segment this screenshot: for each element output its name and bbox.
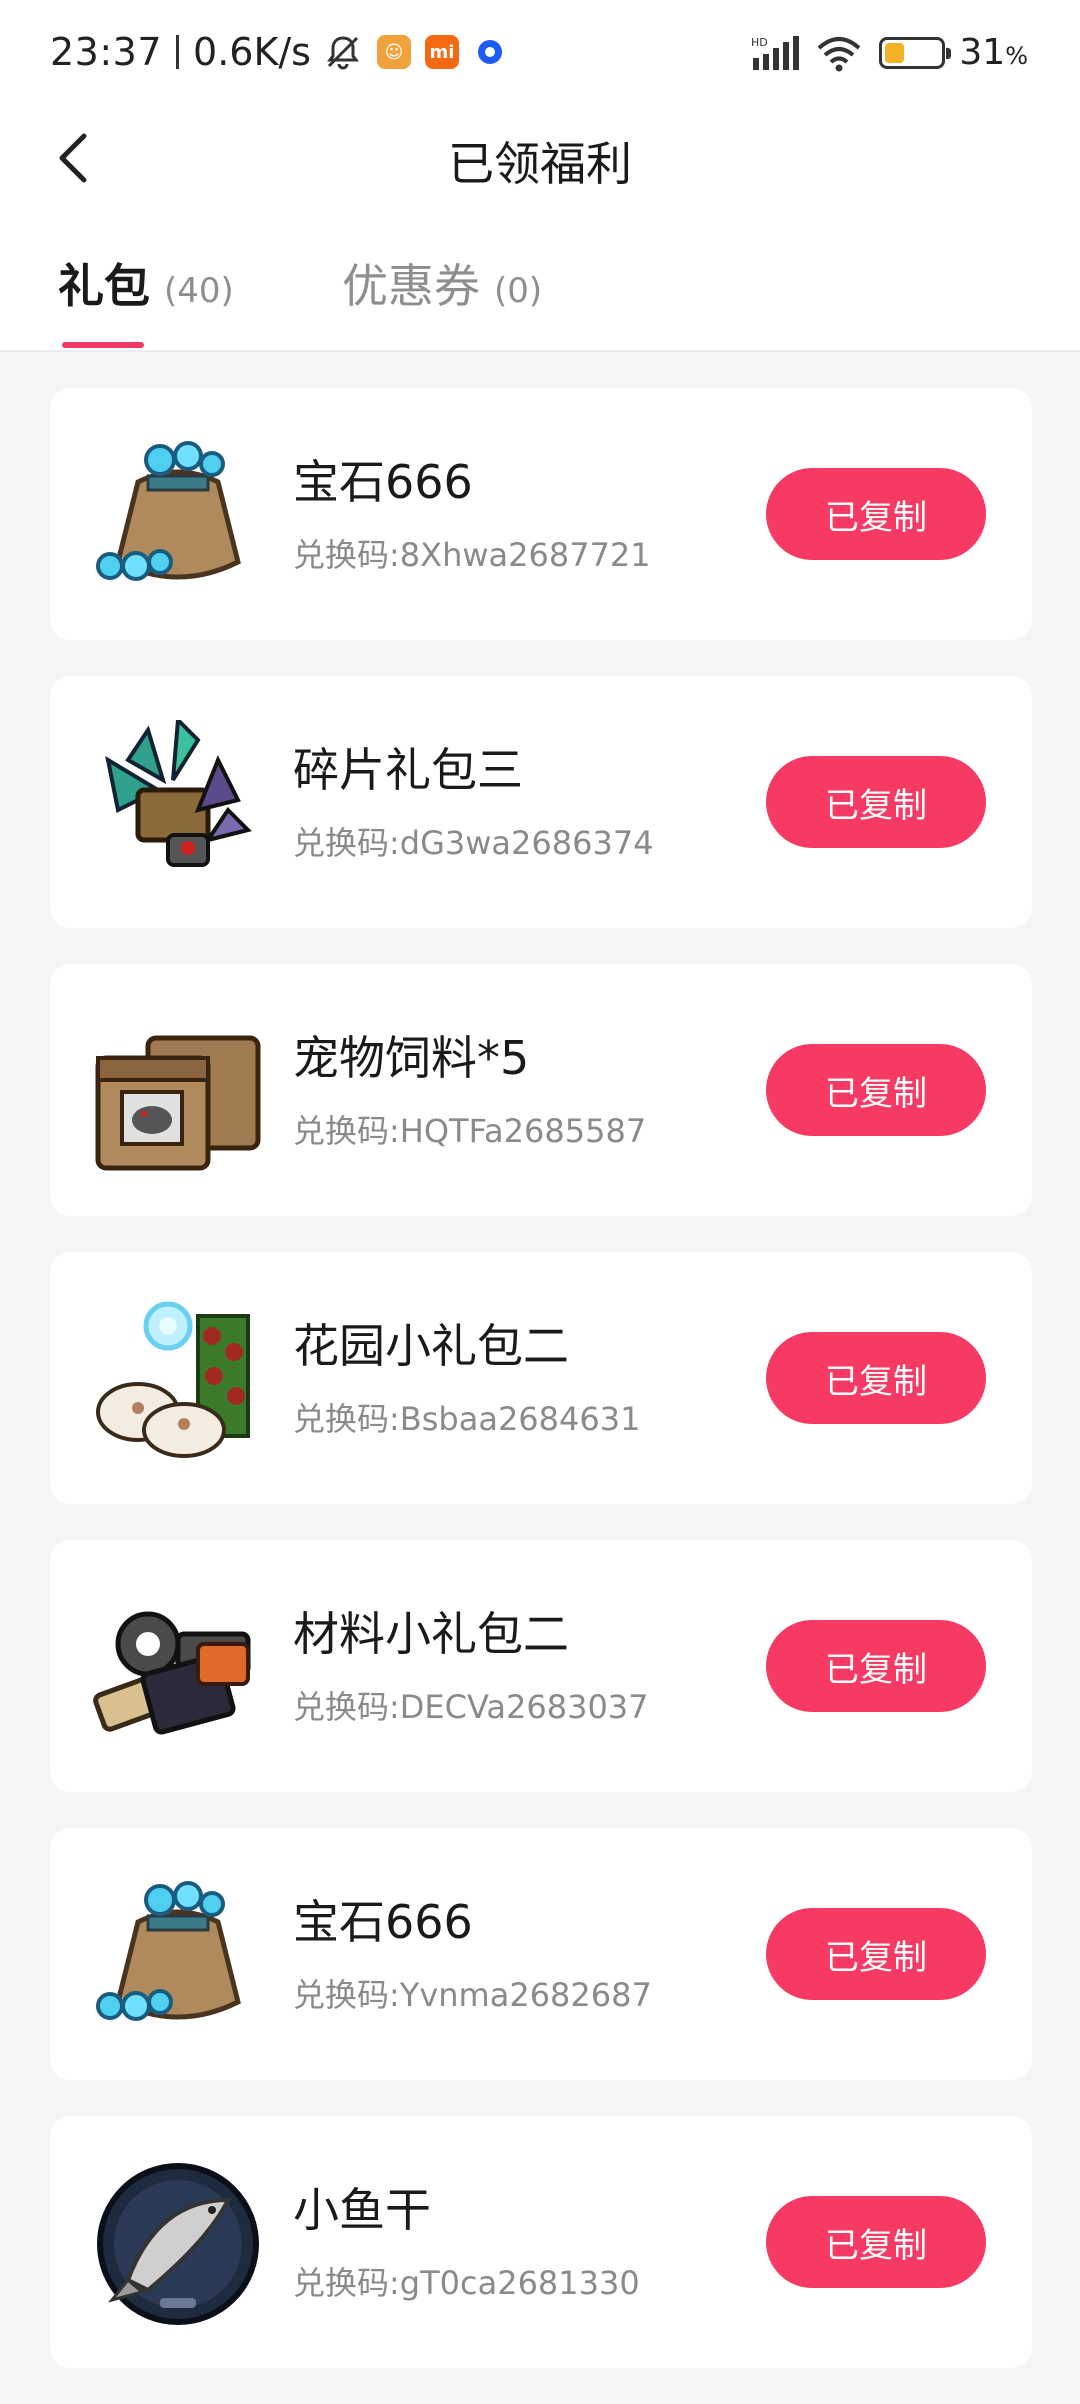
list-item: 材料小礼包二 兑换码:DECVa2683037 已复制 [50, 1540, 1032, 1792]
browser-notification-icon [472, 35, 507, 69]
svg-text:HD: HD [751, 36, 768, 49]
item-name: 小鱼干 [293, 2183, 431, 2237]
redeem-code: 兑换码:dG3wa2686374 [293, 824, 654, 862]
list-item: 花园小礼包二 兑换码:Bsbaa2684631 已复制 [50, 1252, 1032, 1504]
pet-food-sacks-icon [95, 1035, 261, 1171]
item-name: 宠物饲料*5 [293, 1031, 530, 1085]
tab-count: (40) [164, 271, 234, 311]
list-item: 宠物饲料*5 兑换码:HQTFa2685587 已复制 [50, 964, 1032, 1216]
list-item: 宝石666 兑换码:8Xhwa2687721 已复制 [50, 388, 1032, 640]
copied-button[interactable]: 已复制 [766, 468, 986, 560]
active-tab-indicator [62, 342, 144, 348]
item-name: 花园小礼包二 [293, 1319, 569, 1373]
copied-button[interactable]: 已复制 [766, 1620, 986, 1712]
tab-bar: 礼包 (40) 优惠券 (0) [0, 236, 1080, 352]
network-speed: 0.6K/s [193, 30, 311, 74]
app-notification-icon: ☺ [376, 35, 411, 69]
dried-fish-icon [97, 2163, 259, 2325]
muted-bell-icon [326, 36, 359, 70]
page-header: 已领福利 [0, 108, 1080, 204]
gift-list: 宝石666 兑换码:8Xhwa2687721 已复制 碎片礼包三 兑换码:dG3… [50, 388, 1032, 2404]
redeem-code: 兑换码:Bsbaa2684631 [293, 1400, 641, 1438]
tab-gift-packs[interactable]: 礼包 (40) [58, 250, 234, 316]
list-item: 宝石666 兑换码:Yvnma2682687 已复制 [50, 1828, 1032, 2080]
copied-button[interactable]: 已复制 [766, 2196, 986, 2288]
redeem-code: 兑换码:gT0ca2681330 [293, 2264, 640, 2302]
material-pack-icon [93, 1611, 251, 1735]
list-item: 碎片礼包三 兑换码:dG3wa2686374 已复制 [50, 676, 1032, 928]
item-name: 宝石666 [293, 455, 473, 509]
copied-button[interactable]: 已复制 [766, 1908, 986, 2000]
redeem-code: 兑换码:DECVa2683037 [293, 1688, 649, 1726]
redeem-code: 兑换码:Yvnma2682687 [293, 1976, 652, 2014]
redeem-code: 兑换码:8Xhwa2687721 [293, 536, 651, 574]
item-name: 材料小礼包二 [293, 1607, 569, 1661]
shard-pack-icon [105, 720, 252, 867]
copied-button[interactable]: 已复制 [766, 756, 986, 848]
redeem-code: 兑换码:HQTFa2685587 [293, 1112, 647, 1150]
item-name: 碎片礼包三 [293, 743, 523, 797]
battery-icon [879, 36, 952, 69]
status-bar: 23:37 0.6K/s ☺ mi HD 31% [0, 0, 1080, 108]
tab-label: 优惠券 [342, 259, 480, 313]
tab-label: 礼包 [58, 259, 150, 313]
signal-icon: HD [751, 35, 800, 70]
top-area: 23:37 0.6K/s ☺ mi HD 31% 已领福利 礼包 (40) 优惠… [0, 0, 1080, 352]
battery-percent: 31% [959, 32, 1028, 73]
list-item: 小鱼干 兑换码:gT0ca2681330 已复制 [50, 2116, 1032, 2368]
copied-button[interactable]: 已复制 [766, 1332, 986, 1424]
status-time: 23:37 [50, 30, 163, 74]
mi-app-icon: mi [424, 35, 459, 69]
wifi-icon [818, 36, 861, 71]
item-name: 宝石666 [293, 1895, 473, 1949]
copied-button[interactable]: 已复制 [766, 1044, 986, 1136]
page-title: 已领福利 [448, 137, 632, 191]
garden-pack-icon [96, 1301, 250, 1458]
tab-count: (0) [494, 271, 543, 311]
status-separator [176, 35, 180, 69]
tab-coupons[interactable]: 优惠券 (0) [342, 250, 542, 316]
gem-bag-icon [96, 1881, 241, 2021]
gem-bag-icon [96, 441, 241, 581]
